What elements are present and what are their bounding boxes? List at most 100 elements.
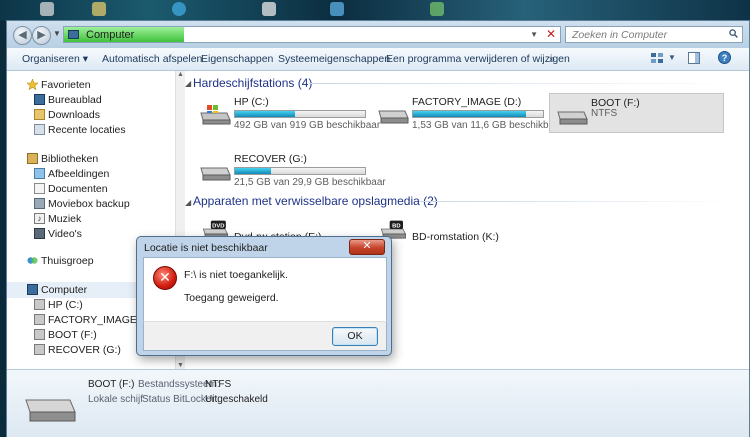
downloads-folder-icon xyxy=(34,109,45,120)
scroll-up-icon[interactable]: ▲ xyxy=(177,71,184,78)
search-input[interactable]: Zoeken in Computer xyxy=(565,26,743,43)
address-location: Computer xyxy=(86,29,135,41)
preview-pane-icon[interactable] xyxy=(688,52,700,64)
libraries-icon xyxy=(27,153,38,164)
bd-badge-text: BD xyxy=(392,223,400,229)
sidebar-item-recent[interactable]: Recente locaties xyxy=(7,122,175,138)
address-dropdown-icon[interactable]: ▼ xyxy=(530,30,538,39)
sidebar-label: Recente locaties xyxy=(48,124,126,136)
usage-bar xyxy=(234,110,366,118)
sidebar-item-documents[interactable]: Documenten xyxy=(7,181,175,197)
dialog-message: F:\ is niet toegankelijk. xyxy=(184,269,288,281)
drive-name: HP (C:) xyxy=(234,96,269,108)
autoplay-button[interactable]: Automatisch afspelen xyxy=(102,53,202,65)
group-header-hard-drives[interactable]: Hardeschijfstations (4) xyxy=(193,76,312,90)
error-icon: ✕ xyxy=(153,266,177,290)
usage-bar xyxy=(234,167,366,175)
search-placeholder: Zoeken in Computer xyxy=(572,29,668,41)
view-dropdown-icon[interactable]: ▼ xyxy=(668,53,676,62)
stop-icon[interactable]: ✕ xyxy=(546,27,556,41)
details-type: Lokale schijf xyxy=(88,394,144,405)
drive-icon xyxy=(34,314,45,325)
desktop-background xyxy=(0,0,750,20)
sidebar-item-desktop[interactable]: Bureaublad xyxy=(7,92,175,108)
sidebar-label: Bureaublad xyxy=(48,94,102,106)
drive-free-space: 1,53 GB van 11,6 GB beschikbaar xyxy=(412,120,564,131)
sidebar-label: Video's xyxy=(48,228,82,240)
drive-tile-c[interactable]: HP (C:) 492 GB van 919 GB beschikbaar xyxy=(193,93,380,133)
sidebar-label: Favorieten xyxy=(41,79,91,91)
history-dropdown-icon[interactable]: ▼ xyxy=(53,29,61,38)
recent-places-icon xyxy=(34,124,45,135)
star-icon xyxy=(27,79,38,90)
help-icon[interactable]: ? xyxy=(718,51,731,64)
details-fs-value: NTFS xyxy=(205,379,232,390)
sidebar-label: Muziek xyxy=(48,213,82,225)
sidebar-item-moviebox[interactable]: Moviebox backup xyxy=(7,196,175,212)
organize-label: Organiseren xyxy=(22,53,80,65)
dvd-badge-text: DVD xyxy=(212,223,224,229)
details-bitlocker-value: Uitgeschakeld xyxy=(205,394,268,405)
drive-filesystem: NTFS xyxy=(591,108,618,119)
search-icon[interactable] xyxy=(729,29,738,38)
drive-free-space: 492 GB van 919 GB beschikbaar xyxy=(234,120,381,131)
view-options-icon[interactable] xyxy=(651,53,665,64)
sidebar-label: HP (C:) xyxy=(48,299,83,311)
music-icon: ♪ xyxy=(34,213,45,224)
back-button[interactable]: ◀ xyxy=(13,26,32,45)
usage-bar-fill xyxy=(413,111,527,117)
details-name: BOOT (F:) xyxy=(88,379,135,390)
hard-drive-icon xyxy=(25,399,76,422)
sidebar-item-music[interactable]: ♪ Muziek xyxy=(7,211,175,227)
sidebar-item-favorites[interactable]: Favorieten xyxy=(7,77,175,93)
group-header-removable[interactable]: Apparaten met verwisselbare opslagmedia … xyxy=(193,194,438,208)
system-properties-button[interactable]: Systeemeigenschappen xyxy=(278,53,390,65)
sidebar-label: BOOT (F:) xyxy=(48,329,97,341)
scroll-down-icon[interactable]: ▼ xyxy=(177,362,184,369)
homegroup-icon xyxy=(27,257,38,264)
drive-name: FACTORY_IMAGE (D:) xyxy=(412,96,522,108)
drive-tile-d[interactable]: FACTORY_IMAGE (D:) 1,53 GB van 11,6 GB b… xyxy=(371,93,563,133)
ok-button[interactable]: OK xyxy=(332,327,378,346)
sidebar-label: RECOVER (G:) xyxy=(48,344,121,356)
library-folder-icon xyxy=(34,198,45,209)
desktop-icon xyxy=(34,94,45,105)
drive-tile-g[interactable]: RECOVER (G:) 21,5 GB van 29,9 GB beschik… xyxy=(193,150,386,190)
drive-free-space: 21,5 GB van 29,9 GB beschikbaar xyxy=(234,177,386,188)
organize-button[interactable]: Organiseren ▾ xyxy=(22,53,88,65)
sidebar-item-libraries[interactable]: Bibliotheken xyxy=(7,151,175,167)
pictures-icon xyxy=(34,168,45,179)
close-button[interactable]: ✕ xyxy=(349,239,385,255)
address-bar-row: ◀ ▶ ▼ Computer ▼ ✕ Zoeken in Computer xyxy=(7,21,749,49)
collapse-arrow-icon[interactable]: ◢ xyxy=(185,79,191,88)
sidebar-label: Afbeeldingen xyxy=(48,168,110,180)
drive-tile-bd[interactable]: BD BD-romstation (K:) xyxy=(371,215,541,255)
hard-drive-icon xyxy=(378,110,409,124)
drive-icon xyxy=(34,344,45,355)
more-commands-button[interactable]: » xyxy=(549,53,555,65)
videos-icon xyxy=(34,228,45,239)
forward-button[interactable]: ▶ xyxy=(32,26,51,45)
drive-icon xyxy=(34,299,45,310)
command-bar: Organiseren ▾ Automatisch afspelen Eigen… xyxy=(7,48,749,71)
details-pane: BOOT (F:) Lokale schijf Bestandssysteem:… xyxy=(7,369,749,437)
sidebar-label: Bibliotheken xyxy=(41,153,99,165)
sidebar-label: Thuisgroep xyxy=(41,255,94,267)
sidebar-item-pictures[interactable]: Afbeeldingen xyxy=(7,166,175,182)
svg-text:?: ? xyxy=(722,53,728,63)
address-field[interactable]: Computer ▼ ✕ xyxy=(63,26,561,43)
error-dialog: Locatie is niet beschikbaar ✕ ✕ F:\ is n… xyxy=(136,236,392,356)
sidebar-label: Computer xyxy=(41,284,88,296)
sidebar-label: Documenten xyxy=(48,183,108,195)
drive-name: BD-romstation (K:) xyxy=(412,231,499,243)
uninstall-program-button[interactable]: Een programma verwijderen of wijzigen xyxy=(386,53,570,65)
collapse-arrow-icon[interactable]: ◢ xyxy=(185,198,191,207)
windows-drive-icon xyxy=(200,105,231,125)
usage-bar-fill xyxy=(235,168,272,174)
dialog-title: Locatie is niet beschikbaar xyxy=(144,242,268,254)
drive-icon xyxy=(34,329,45,340)
sidebar-item-downloads[interactable]: Downloads xyxy=(7,107,175,123)
drive-tile-f[interactable]: BOOT (F:) NTFS xyxy=(549,93,724,133)
properties-button[interactable]: Eigenschappen xyxy=(201,53,273,65)
computer-icon xyxy=(68,30,79,39)
